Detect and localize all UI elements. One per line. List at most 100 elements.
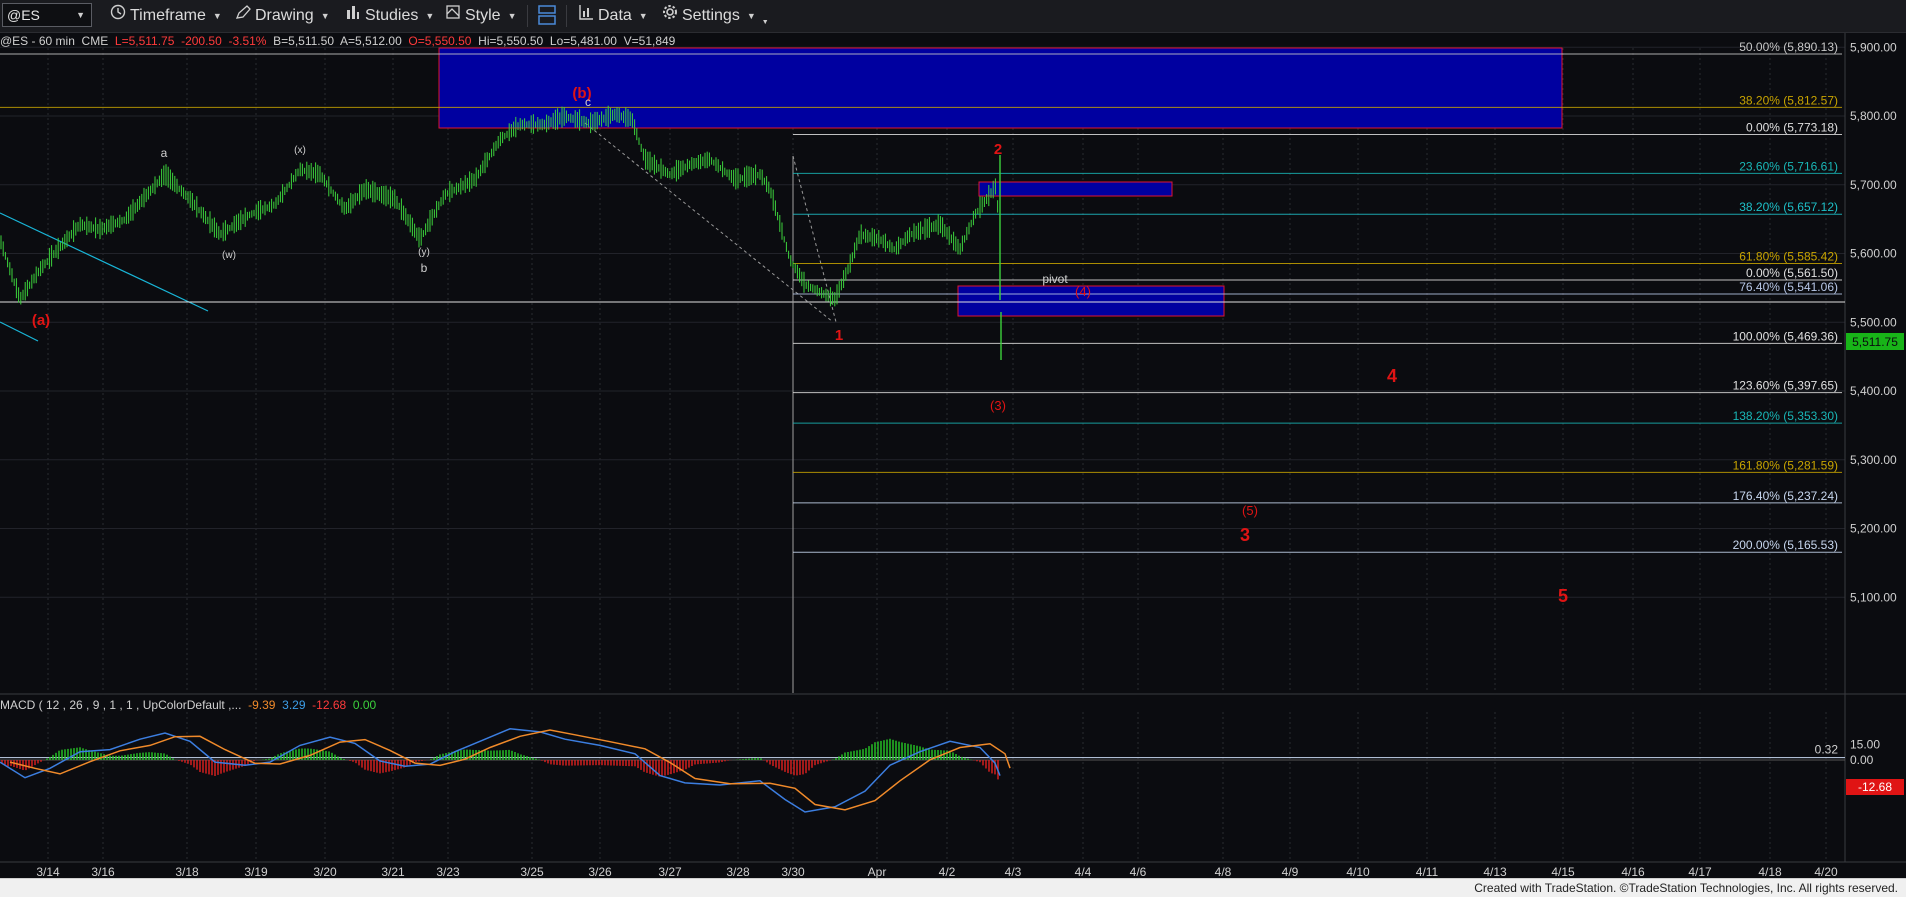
- fib-level-label: 76.40% (5,541.06): [1739, 280, 1838, 294]
- wave-label-c: c: [585, 95, 591, 109]
- chart-symbol: @ES - 60 min: [0, 34, 75, 48]
- data-label: Data: [598, 7, 632, 25]
- time-tick-label: 4/13: [1483, 865, 1507, 878]
- studies-label: Studies: [365, 7, 419, 25]
- time-tick-label: 3/14: [36, 865, 60, 878]
- time-tick-label: 3/18: [175, 865, 199, 878]
- fib-level-label: 100.00% (5,469.36): [1733, 329, 1838, 343]
- bid-price: B=5,511.50: [273, 34, 334, 48]
- time-tick-label: 4/18: [1758, 865, 1782, 878]
- wave-label-1: 1: [835, 327, 843, 344]
- wave-label-a: (a): [32, 312, 50, 329]
- time-tick-label: 3/23: [436, 865, 460, 878]
- time-tick-label: 4/17: [1688, 865, 1712, 878]
- ask-price: A=5,512.00: [340, 34, 402, 48]
- current-price-value: 5,511.75: [1852, 335, 1898, 349]
- fib-level-label: 200.00% (5,165.53): [1733, 538, 1838, 552]
- macd-value-2: 3.29: [282, 698, 306, 712]
- fib-level-label: 38.20% (5,812.57): [1739, 93, 1838, 107]
- toolbar-divider: [527, 5, 528, 27]
- price-tick-label: 5,700.00: [1850, 178, 1897, 192]
- toolbar-divider: [566, 5, 567, 27]
- style-icon: [445, 4, 461, 28]
- studies-button[interactable]: Studies ▼: [345, 4, 434, 28]
- fib-level-label: 23.60% (5,716.61): [1739, 159, 1838, 173]
- macd-panel: 0.3215.000.00-30.00-12.68: [0, 728, 1904, 813]
- time-axis: 3/14 3/16 3/18 3/19 3/20 3/21 3/23 3/25 3/26 3/27…: [36, 865, 1838, 878]
- style-label: Style: [465, 7, 501, 25]
- data-button[interactable]: Data ▼: [578, 4, 648, 28]
- time-tick-label: 4/15: [1551, 865, 1575, 878]
- fib-level-label: 138.20% (5,353.30): [1733, 409, 1838, 423]
- macd-title: MACD ( 12 , 26 , 9 , 1 , 1 , UpColorDefa…: [0, 698, 242, 712]
- target-zone-box: [438, 47, 1563, 129]
- time-tick-label: 3/27: [658, 865, 682, 878]
- high-price: Hi=5,550.50: [478, 34, 544, 48]
- price-tick-label: 5,600.00: [1850, 247, 1897, 261]
- timeframe-button[interactable]: Timeframe ▼: [110, 4, 222, 28]
- time-tick-label: 3/20: [313, 865, 337, 878]
- pivot-box: [957, 285, 1225, 317]
- time-tick-label: 3/19: [244, 865, 268, 878]
- pencil-icon: [235, 4, 251, 28]
- price-tick-label: 5,800.00: [1850, 109, 1897, 123]
- wave-label-y: (y): [418, 247, 430, 258]
- net-change: -200.50: [181, 34, 222, 48]
- resistance-box: [978, 181, 1173, 197]
- time-tick-label: 4/16: [1621, 865, 1645, 878]
- price-tick-label: 5,500.00: [1850, 315, 1897, 329]
- time-tick-label: 4/6: [1130, 865, 1147, 878]
- symbol-info-bar: @ES - 60 min CME L=5,511.75 -200.50 -3.5…: [0, 33, 675, 49]
- caret-down-icon: ▼: [507, 11, 517, 21]
- bar-chart-icon: [578, 4, 594, 28]
- fib-level-label: 38.20% (5,657.12): [1739, 200, 1838, 214]
- macd-level-label: 0.32: [1815, 743, 1839, 757]
- fib-level-label: 176.40% (5,237.24): [1733, 489, 1838, 503]
- caret-down-icon: ▼: [212, 11, 222, 21]
- time-tick-label: 3/25: [520, 865, 544, 878]
- layout-button[interactable]: [536, 4, 562, 28]
- caret-down-icon: ▼: [746, 11, 756, 21]
- fib-level-label: 0.00% (5,773.18): [1746, 120, 1838, 134]
- settings-button[interactable]: Settings ▼ ▼: [662, 4, 769, 28]
- macd-line: [0, 728, 1001, 813]
- price-tick-label: 5,300.00: [1850, 453, 1897, 467]
- exchange: CME: [81, 34, 109, 48]
- footer-bar: Created with TradeStation. ©TradeStation…: [0, 878, 1906, 897]
- time-tick-label: 4/2: [939, 865, 956, 878]
- clock-icon: [110, 4, 126, 28]
- time-tick-label: 4/8: [1215, 865, 1232, 878]
- symbol-input[interactable]: @ES ▼: [2, 3, 92, 27]
- price-axis: 5,900.00 5,800.00 5,700.00 5,600.00 5,500.00…: [1846, 40, 1904, 604]
- open-price: O=5,550.50: [408, 34, 472, 48]
- symbol-text: @ES: [7, 7, 40, 23]
- wave-label-2: 2: [994, 141, 1002, 158]
- wave-labels: (a)(b)ca (x)(w) (y)b12345(3)(4)(5)pivot: [32, 85, 1568, 606]
- time-tick-label: 3/21: [381, 865, 405, 878]
- low-price: Lo=5,481.00: [549, 34, 617, 48]
- fib-level-label: 50.00% (5,890.13): [1739, 40, 1838, 54]
- volume: V=51,849: [623, 34, 676, 48]
- macd-value-4: 0.00: [352, 698, 377, 712]
- fib-level-label: 161.80% (5,281.59): [1733, 458, 1838, 472]
- chart-grid: [0, 32, 1906, 863]
- chevron-down-icon[interactable]: ▼: [76, 4, 85, 26]
- wave-label-5: 5: [1558, 586, 1568, 606]
- time-tick-label: 4/4: [1075, 865, 1092, 878]
- wave-label-sub-5: (5): [1242, 503, 1258, 518]
- copyright-text: Created with TradeStation. ©TradeStation…: [1474, 881, 1898, 895]
- caret-down-icon: ▼: [320, 11, 330, 21]
- drawing-button[interactable]: Drawing ▼: [235, 4, 330, 28]
- time-tick-label: 4/11: [1416, 865, 1439, 878]
- fib-level-label: 61.80% (5,585.42): [1739, 250, 1838, 264]
- caret-down-icon: ▼: [638, 11, 648, 21]
- wave-label-sub-3: (3): [990, 398, 1006, 413]
- style-button[interactable]: Style ▼: [445, 4, 517, 28]
- price-tick-label: 5,900.00: [1850, 40, 1897, 54]
- drawing-label: Drawing: [255, 7, 314, 25]
- wave-label-small-b: b: [421, 261, 428, 275]
- macd-legend: MACD ( 12 , 26 , 9 , 1 , 1 , UpColorDefa…: [0, 697, 376, 713]
- fib-level-label: 0.00% (5,561.50): [1746, 266, 1838, 280]
- price-chart[interactable]: 50.00% (5,890.13) 38.20% (5,812.57) 0.00% …: [0, 0, 1906, 878]
- fib-level-label: 123.60% (5,397.65): [1733, 379, 1838, 393]
